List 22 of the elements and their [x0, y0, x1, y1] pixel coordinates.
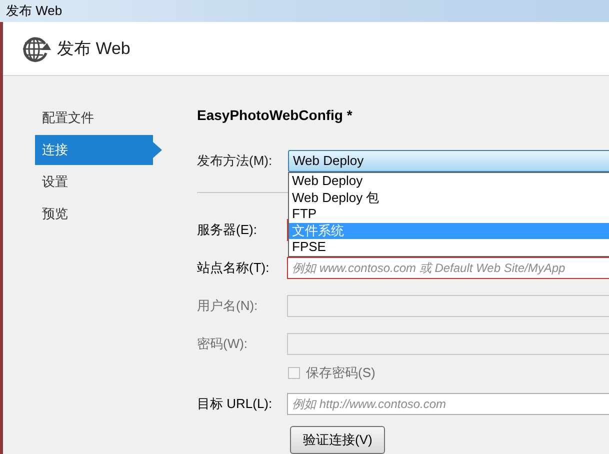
validate-connection-button[interactable]: 验证连接(V) — [290, 426, 386, 454]
dropdown-option[interactable]: FTP — [289, 206, 609, 223]
field-label: 发布方法(M): — [197, 152, 274, 170]
publish-method-dropdown[interactable]: Web Deploy — [288, 150, 609, 172]
sidebar-item[interactable]: 设置 — [35, 167, 153, 197]
profile-name: EasyPhotoWebConfig * — [197, 106, 352, 125]
text-field[interactable]: 例如 http://www.contoso.com — [287, 393, 609, 415]
dropdown-option[interactable]: Web Deploy 包 — [289, 190, 609, 206]
dropdown-option[interactable]: FPSE — [289, 239, 609, 256]
dropdown-option[interactable]: Web Deploy — [289, 173, 609, 190]
window-title: 发布 Web — [6, 2, 62, 20]
field-label: 密码(W): — [197, 335, 249, 353]
field-label: 目标 URL(L): — [197, 395, 274, 413]
checkbox-label: 保存密码(S) — [306, 364, 376, 382]
dialog-heading: 发布 Web — [57, 38, 130, 60]
field-label: 服务器(E): — [197, 221, 258, 239]
field-label: 站点名称(T): — [197, 259, 270, 277]
sidebar-item[interactable]: 配置文件 — [35, 103, 153, 133]
sidebar-item[interactable]: 连接 — [35, 135, 153, 165]
field-label: 用户名(N): — [197, 297, 259, 315]
sidebar-item[interactable]: 预览 — [35, 199, 153, 229]
text-field[interactable]: 例如 www.contoso.com 或 Default Web Site/MyApp — [287, 257, 609, 279]
